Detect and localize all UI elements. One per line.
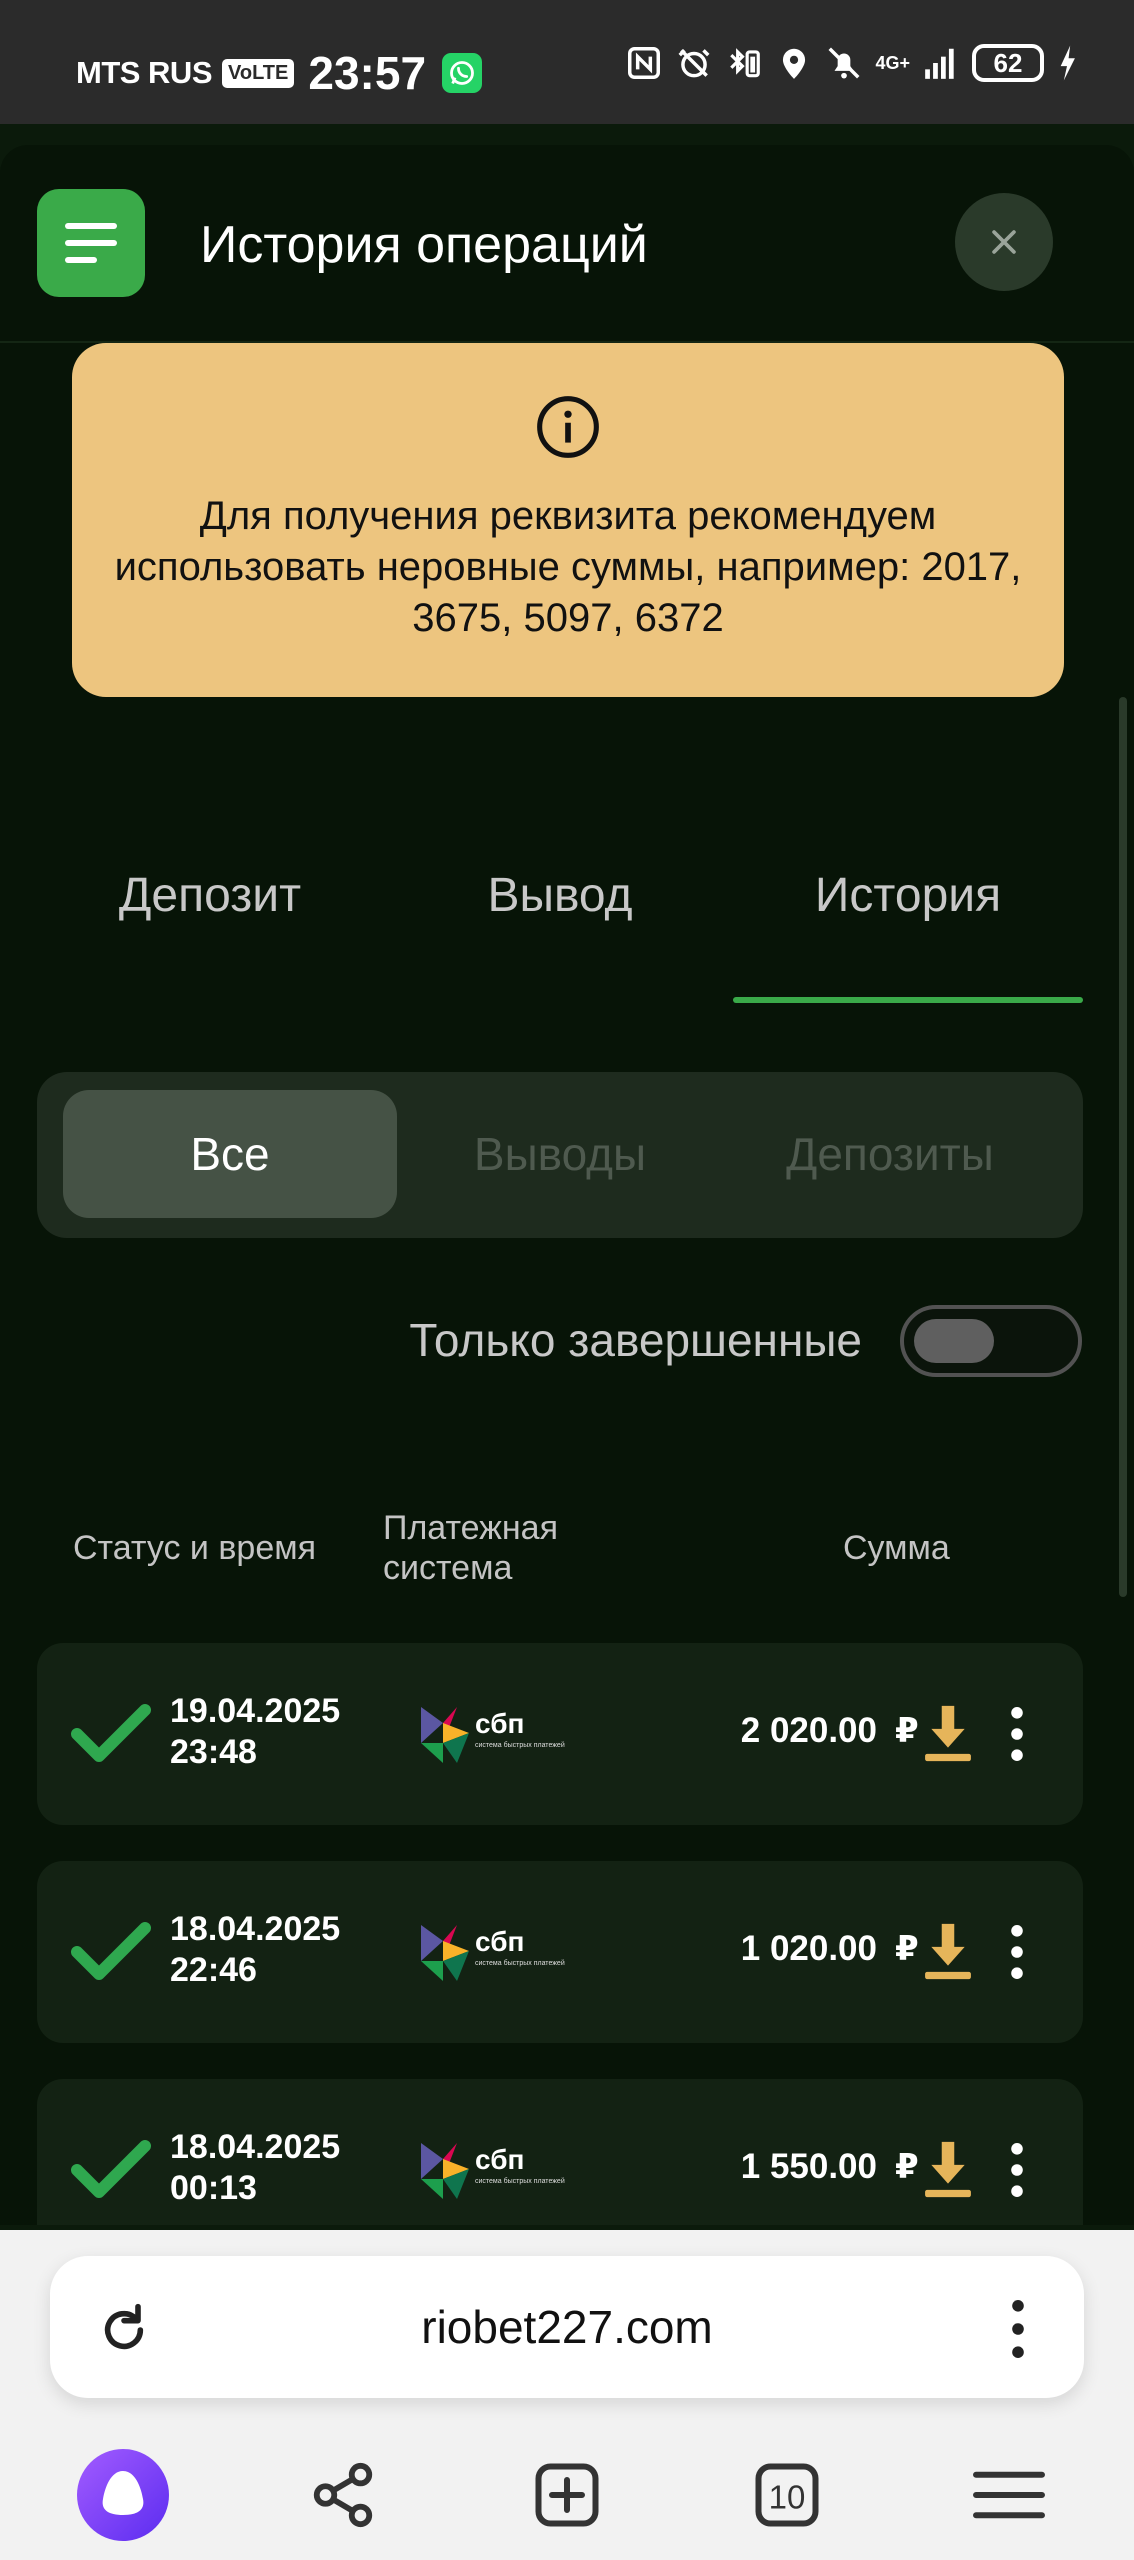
row-datetime: 18.04.2025 22:46 <box>170 1909 340 1991</box>
share-button[interactable] <box>288 2440 398 2550</box>
tab-withdraw[interactable]: Вывод <box>360 835 760 955</box>
whatsapp-icon <box>442 53 483 93</box>
tabs-count: 10 <box>769 2479 806 2516</box>
tab-history[interactable]: История <box>733 835 1083 955</box>
sbp-logo-subtext: система быстрых платежей <box>475 1959 565 1967</box>
alice-assistant-button[interactable] <box>68 2440 178 2550</box>
sbp-logo-icon: сбп система быстрых платежей <box>421 1925 565 1981</box>
row-datetime: 19.04.2025 23:48 <box>170 1691 340 1773</box>
sbp-logo-icon: сбп система быстрых платежей <box>421 1707 565 1763</box>
status-bar: MTS RUS VoLTE 23:57 4G+ 62 <box>0 0 1134 124</box>
tabs-button[interactable]: 10 <box>732 2440 842 2550</box>
browser-menu-button[interactable] <box>954 2440 1064 2550</box>
download-receipt-icon[interactable] <box>923 1703 973 1763</box>
history-filter: Все Выводы Депозиты <box>37 1072 1083 1238</box>
filter-all[interactable]: Все <box>63 1090 397 1218</box>
row-date: 18.04.2025 <box>170 1910 341 1948</box>
table-row[interactable]: 18.04.2025 22:46 сбп система быстрых пла… <box>37 1861 1083 2043</box>
completed-only-toggle[interactable] <box>900 1305 1082 1377</box>
sbp-logo-subtext: система быстрых платежей <box>475 1741 565 1749</box>
row-currency: ₽ <box>895 2148 919 2186</box>
operations-history-panel: История операций Для получения реквизита… <box>0 145 1134 2225</box>
browser-more-icon[interactable] <box>1012 2300 1024 2358</box>
page-title: История операций <box>200 216 648 274</box>
row-date: 19.04.2025 <box>170 1692 341 1730</box>
browser-bottom-bar: riobet227.com 10 <box>0 2230 1134 2560</box>
info-notice: Для получения реквизита рекомендуем испо… <box>72 343 1064 697</box>
menu-button[interactable] <box>37 189 145 297</box>
hamburger-icon <box>973 2471 1045 2519</box>
status-left: MTS RUS VoLTE 23:57 <box>76 46 483 100</box>
header-payment-system-line1: Платежная <box>383 1509 558 1547</box>
browser-nav: 10 <box>0 2440 1134 2550</box>
row-currency: ₽ <box>895 1930 919 1968</box>
row-currency: ₽ <box>895 1712 919 1750</box>
nfc-icon <box>628 47 661 79</box>
carrier-name: MTS RUS <box>76 55 213 90</box>
filter-withdrawals[interactable]: Выводы <box>393 1090 727 1218</box>
close-button[interactable] <box>955 193 1053 291</box>
status-right: 4G+ 62 <box>625 44 1078 82</box>
row-time: 23:48 <box>170 1733 257 1771</box>
row-amount: 1 550.00 <box>740 2147 877 2186</box>
tab-deposit[interactable]: Депозит <box>0 835 420 955</box>
signal-icon <box>925 48 954 79</box>
location-icon <box>783 48 806 79</box>
mute-icon <box>828 47 860 79</box>
tabs-count-icon: 10 <box>755 2463 819 2527</box>
new-tab-button[interactable] <box>512 2440 622 2550</box>
row-time: 00:13 <box>170 2169 257 2207</box>
more-options-icon[interactable] <box>1011 1707 1023 1761</box>
download-receipt-icon[interactable] <box>923 2139 973 2199</box>
plus-square-icon <box>535 2463 599 2527</box>
success-check-icon <box>71 1704 151 1762</box>
sbp-logo-subtext: система быстрых платежей <box>475 2177 565 2185</box>
row-datetime: 18.04.2025 00:13 <box>170 2127 340 2209</box>
sbp-logo-text: сбп <box>475 1926 524 1957</box>
charging-icon <box>1060 45 1075 81</box>
status-time: 23:57 <box>308 47 427 99</box>
row-amount: 2 020.00 <box>740 1711 877 1750</box>
header-payment-system-line2: система <box>383 1549 513 1587</box>
sbp-logo-text: сбп <box>475 2144 524 2175</box>
notice-text: Для получения реквизита рекомендуем испо… <box>114 494 1022 640</box>
more-options-icon[interactable] <box>1011 2143 1023 2197</box>
toggle-knob <box>914 1319 994 1363</box>
alarm-off-icon <box>678 49 710 78</box>
header-payment-system: Платежная система <box>383 1508 558 1588</box>
menu-icon-line <box>65 240 117 246</box>
row-time: 22:46 <box>170 1951 257 1989</box>
completed-only-row: Только завершенные <box>0 1305 1134 1385</box>
menu-icon-line <box>65 257 97 263</box>
address-bar[interactable]: riobet227.com <box>50 2256 1084 2398</box>
scrollbar[interactable] <box>1119 697 1127 1597</box>
filter-deposits[interactable]: Депозиты <box>723 1090 1057 1218</box>
download-receipt-icon[interactable] <box>923 1921 973 1981</box>
active-tab-indicator <box>733 997 1083 1003</box>
sbp-logo-text: сбп <box>475 1708 524 1739</box>
success-check-icon <box>71 2140 151 2198</box>
close-icon <box>992 230 1016 254</box>
header-amount: Сумма <box>843 1529 950 1567</box>
share-icon <box>313 2462 373 2528</box>
more-options-icon[interactable] <box>1011 1925 1023 1979</box>
volte-badge: VoLTE <box>222 58 295 88</box>
row-date: 18.04.2025 <box>170 2128 341 2166</box>
menu-icon-line <box>65 223 117 229</box>
battery-icon: 62 <box>972 44 1044 82</box>
network-type: 4G+ <box>875 53 910 73</box>
header-status-time: Статус и время <box>73 1529 317 1567</box>
url-text[interactable]: riobet227.com <box>50 2300 1084 2354</box>
success-check-icon <box>71 1922 151 1980</box>
completed-only-label: Только завершенные <box>409 1314 862 1366</box>
alice-icon <box>77 2449 169 2541</box>
info-icon <box>537 396 599 458</box>
bluetooth-battery-icon <box>730 48 761 78</box>
main-tabs: Депозит Вывод История <box>0 835 1134 975</box>
row-amount: 1 020.00 <box>740 1929 877 1968</box>
sbp-logo-icon: сбп система быстрых платежей <box>421 2143 565 2199</box>
table-row[interactable]: 19.04.2025 23:48 сбп система быстрых пла… <box>37 1643 1083 1825</box>
table-row[interactable]: 18.04.2025 00:13 сбп система быстрых пла… <box>37 2079 1083 2225</box>
panel-header: История операций <box>0 145 1134 343</box>
